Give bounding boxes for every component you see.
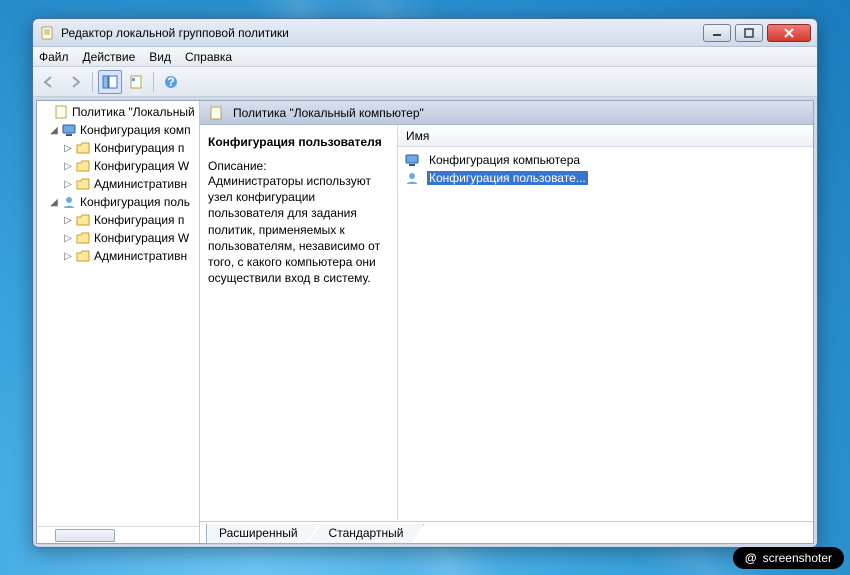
nav-forward-button[interactable]	[63, 70, 87, 94]
tab-standard[interactable]: Стандартный	[308, 524, 425, 544]
tree-item[interactable]: ▷ Административн	[37, 175, 199, 193]
description-column: Конфигурация пользователя Описание: Адми…	[200, 125, 398, 521]
folder-icon	[75, 212, 91, 228]
expander-closed-icon[interactable]: ▷	[61, 215, 75, 226]
details-body: Конфигурация пользователя Описание: Адми…	[200, 125, 813, 521]
tree-item[interactable]: ▷ Конфигурация W	[37, 229, 199, 247]
policy-icon	[53, 104, 69, 120]
nav-back-button[interactable]	[37, 70, 61, 94]
description-text: Администраторы используют узел конфигура…	[208, 173, 389, 286]
folder-icon	[75, 140, 91, 156]
expander-open-icon[interactable]: ◢	[47, 197, 61, 208]
list-item-label: Конфигурация компьютера	[427, 153, 582, 167]
list-item-computer-config[interactable]: Конфигурация компьютера	[400, 151, 811, 169]
list-body[interactable]: Конфигурация компьютера Конфигурация пол…	[398, 147, 813, 521]
user-icon	[61, 194, 77, 210]
minimize-button[interactable]	[703, 24, 731, 42]
expander-closed-icon[interactable]: ▷	[61, 251, 75, 262]
tab-extended[interactable]: Расширенный	[206, 524, 319, 544]
details-header: Политика "Локальный компьютер"	[200, 101, 813, 125]
expander-open-icon[interactable]: ◢	[47, 125, 61, 136]
tree-item[interactable]: ▷ Конфигурация п	[37, 139, 199, 157]
section-title: Конфигурация пользователя	[208, 135, 389, 149]
column-header-name: Имя	[406, 129, 429, 143]
tree-view[interactable]: Политика "Локальный ◢ Конфигурация комп …	[37, 101, 199, 526]
list-item-label: Конфигурация пользовате...	[427, 171, 588, 185]
details-header-title: Политика "Локальный компьютер"	[233, 106, 424, 120]
toolbar-separator	[153, 72, 154, 92]
window-title: Редактор локальной групповой политики	[61, 26, 703, 40]
toolbar: ?	[33, 67, 817, 97]
user-icon	[404, 170, 420, 186]
policy-icon	[208, 105, 224, 121]
maximize-button[interactable]	[735, 24, 763, 42]
view-tabs: Расширенный Стандартный	[200, 521, 813, 543]
expander-closed-icon[interactable]: ▷	[61, 143, 75, 154]
show-tree-button[interactable]	[98, 70, 122, 94]
menu-file[interactable]: Файл	[39, 50, 69, 64]
app-window: Редактор локальной групповой политики Фа…	[32, 18, 818, 548]
toolbar-separator	[92, 72, 93, 92]
scroll-thumb[interactable]	[55, 529, 115, 542]
folder-icon	[75, 248, 91, 264]
watermark-text: screenshoter	[763, 551, 832, 565]
horizontal-scrollbar[interactable]	[37, 526, 199, 543]
tree-root[interactable]: Политика "Локальный	[37, 103, 199, 121]
folder-icon	[75, 176, 91, 192]
at-icon: @	[745, 551, 757, 565]
list-item-user-config[interactable]: Конфигурация пользовате...	[400, 169, 811, 187]
window-controls	[703, 24, 811, 42]
svg-text:?: ?	[167, 75, 174, 89]
expander-closed-icon[interactable]: ▷	[61, 233, 75, 244]
tree-pane: Политика "Локальный ◢ Конфигурация комп …	[37, 101, 200, 543]
folder-icon	[75, 230, 91, 246]
expander-closed-icon[interactable]: ▷	[61, 179, 75, 190]
menu-action[interactable]: Действие	[83, 50, 136, 64]
menubar: Файл Действие Вид Справка	[33, 47, 817, 67]
folder-icon	[75, 158, 91, 174]
close-button[interactable]	[767, 24, 811, 42]
tree-user-config[interactable]: ◢ Конфигурация поль	[37, 193, 199, 211]
watermark: @ screenshoter	[733, 547, 844, 569]
help-button[interactable]: ?	[159, 70, 183, 94]
tree-computer-config[interactable]: ◢ Конфигурация комп	[37, 121, 199, 139]
titlebar[interactable]: Редактор локальной групповой политики	[33, 19, 817, 47]
tree-item[interactable]: ▷ Административн	[37, 247, 199, 265]
computer-icon	[404, 152, 420, 168]
tree-item[interactable]: ▷ Конфигурация W	[37, 157, 199, 175]
properties-button[interactable]	[124, 70, 148, 94]
list-column: Имя Конфигурация компьютера	[398, 125, 813, 521]
description-label: Описание:	[208, 159, 389, 173]
details-pane: Политика "Локальный компьютер" Конфигура…	[200, 101, 813, 543]
menu-help[interactable]: Справка	[185, 50, 232, 64]
menu-view[interactable]: Вид	[149, 50, 171, 64]
list-column-header[interactable]: Имя	[398, 125, 813, 147]
expander-closed-icon[interactable]: ▷	[61, 161, 75, 172]
computer-icon	[61, 122, 77, 138]
tree-item[interactable]: ▷ Конфигурация п	[37, 211, 199, 229]
client-area: Политика "Локальный ◢ Конфигурация комп …	[36, 100, 814, 544]
app-icon	[39, 25, 55, 41]
